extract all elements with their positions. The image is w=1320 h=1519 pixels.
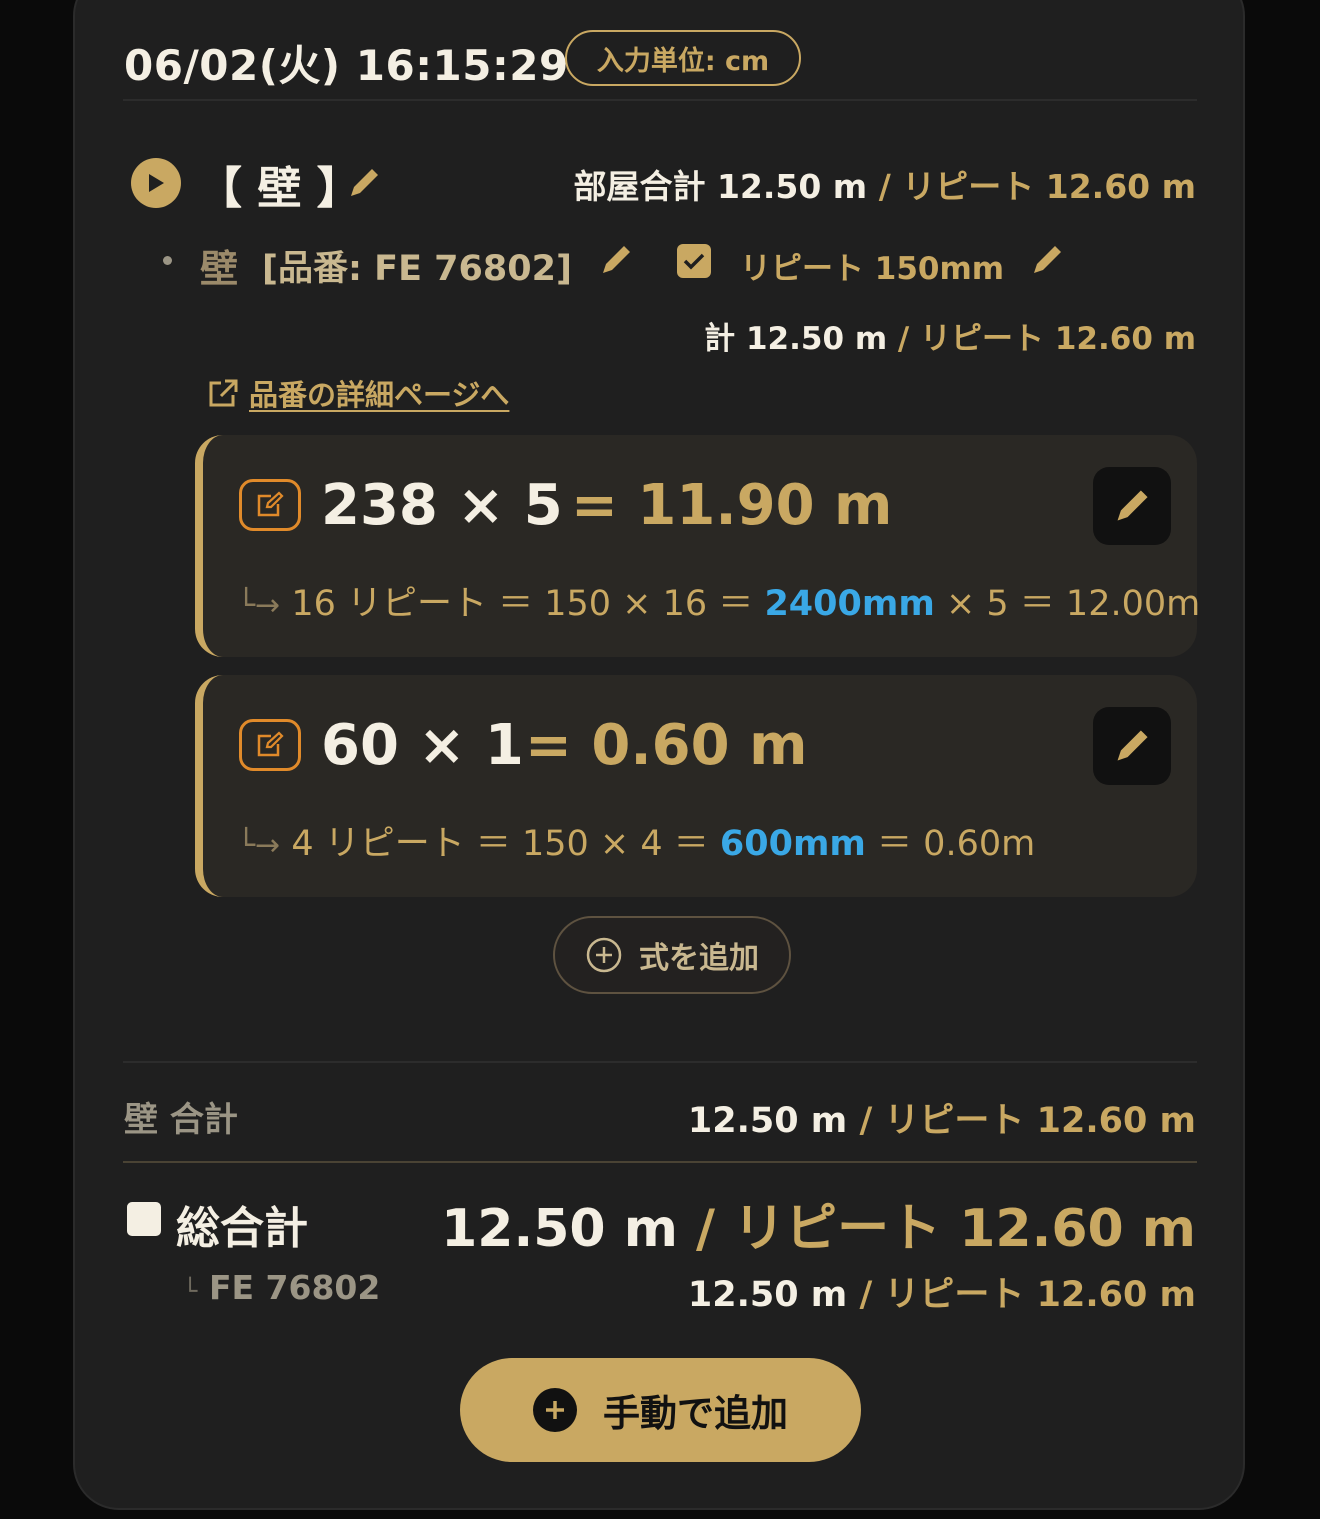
detail-highlight: 2400mm [764,584,935,624]
separator: / [887,321,921,357]
wall-total-label: 壁 合計 [124,1100,238,1140]
plus-circle-icon [586,937,622,973]
detail-prefix: 4 リピート ＝ 150 × 4 ＝ [291,824,709,864]
divider [123,1061,1197,1063]
manual-add-label: 手動で追加 [603,1392,788,1435]
return-arrow-icon: └→ [237,588,281,623]
pencil-icon [1117,490,1148,521]
grand-repeat-value: 12.60 m [959,1199,1196,1259]
item-repeat-label: リピート [920,321,1045,357]
edit-repeat-pencil-icon[interactable] [1029,242,1065,278]
wall-total-value: 12.50 m [687,1101,848,1141]
item-name: 壁 [200,247,239,291]
grand-total-value: 12.50 m [441,1199,678,1259]
bullet-dot [163,256,172,265]
item-total: 計 12.50 m / リピート 12.60 m [704,313,1196,358]
item-code: [品番: FE 76802] [262,249,572,289]
room-repeat-label: リピート [902,167,1035,206]
formula-card: 60 × 1 = 0.60 m └→ 4 リピート ＝ 150 × 4 ＝ 60… [195,675,1197,897]
item-total-label: 計 [704,321,736,357]
repeat-label: リピート 150mm [740,251,1005,287]
separator: / [847,1275,885,1315]
divider [123,1161,1197,1163]
square-icon [127,1202,161,1236]
grand-total-label: 総合計 [176,1203,308,1254]
formula-card: 238 × 5 = 11.90 m └→ 16 リピート ＝ 150 × 16 … [195,435,1200,657]
separator: / [847,1101,885,1141]
manual-add-button[interactable]: 手動で追加 [460,1358,861,1462]
pencil-icon [1117,730,1148,761]
external-link-icon [209,379,238,407]
return-arrow-icon: └→ [237,828,281,863]
edit-item-pencil-icon[interactable] [598,242,634,278]
detail-prefix: 16 リピート ＝ 150 × 16 ＝ [291,584,754,624]
code-total-row-label: └ FE 76802 [183,1268,380,1307]
tree-branch-icon: └ [183,1277,198,1305]
code-total: 12.50 m / リピート 12.60 m [688,1266,1196,1317]
wall-repeat-label: リピート [884,1101,1025,1141]
note-edit-icon[interactable] [239,479,301,531]
room-repeat-value: 12.60 m [1045,167,1196,206]
datetime-label: 06/02(火) 16:15:29 [124,41,569,90]
separator: / [677,1199,734,1259]
detail-page-link[interactable]: 品番の詳細ページへ [207,372,509,414]
formula-expression: 238 × 5 [321,473,563,538]
formula-detail: └→ 16 リピート ＝ 150 × 16 ＝ 2400mm × 5 ＝ 12.… [237,575,1200,626]
repeat-checkbox[interactable] [677,244,711,278]
wall-repeat-value: 12.60 m [1036,1101,1196,1141]
code-repeat-label: リピート [884,1275,1025,1315]
detail-link-text: 品番の詳細ページへ [249,378,510,412]
add-formula-button[interactable]: 式を追加 [553,916,791,994]
code-total-value: 12.50 m [687,1275,848,1315]
separator: / [867,167,903,206]
room-title: 【 壁 】 [198,163,361,214]
room-total-label: 部屋合計 [573,167,706,206]
detail-suffix: × 5 ＝ 12.00m [945,584,1201,624]
detail-highlight: 600mm [719,824,866,864]
add-formula-label: 式を追加 [639,941,759,976]
formula-edit-button[interactable] [1093,467,1171,545]
divider [123,99,1197,101]
room-total: 部屋合計 12.50 m / リピート 12.60 m [573,160,1196,208]
room-total-value: 12.50 m [716,167,868,206]
code-total-label: FE 76802 [208,1268,381,1307]
formula-edit-button[interactable] [1093,707,1171,785]
code-repeat-value: 12.60 m [1036,1275,1196,1315]
formula-result: = 11.90 m [571,473,893,538]
unit-badge[interactable]: 入力単位: cm [565,30,801,86]
formula-detail: └→ 4 リピート ＝ 150 × 4 ＝ 600mm ＝ 0.60m [237,815,1035,866]
wall-total: 12.50 m / リピート 12.60 m [688,1092,1196,1143]
item-total-value: 12.50 m [745,321,888,357]
grand-total: 12.50 m / リピート 12.60 m [441,1186,1196,1261]
play-icon[interactable] [131,158,181,208]
item-repeat-value: 12.60 m [1054,321,1196,357]
formula-result: = 0.60 m [525,713,808,778]
edit-room-pencil-icon[interactable] [346,165,382,201]
formula-expression: 60 × 1 [321,713,524,778]
plus-icon [533,1388,577,1432]
note-edit-icon[interactable] [239,719,301,771]
grand-repeat-label: リピート [733,1199,942,1259]
detail-suffix: ＝ 0.60m [877,824,1036,864]
